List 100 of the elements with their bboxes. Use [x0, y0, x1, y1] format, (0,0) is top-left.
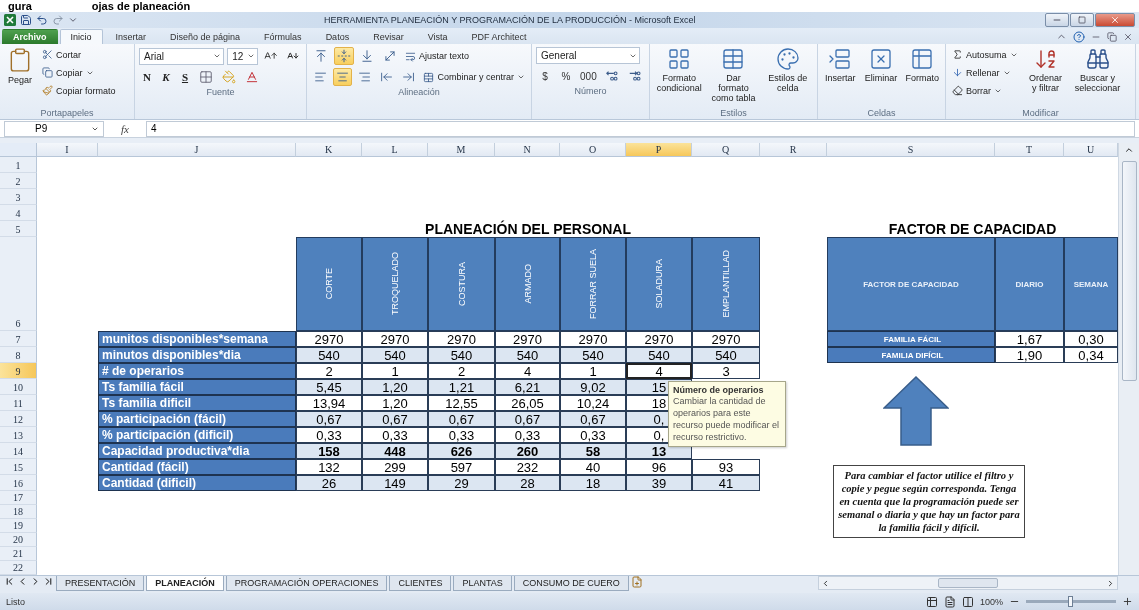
table-cell[interactable]: 2970: [296, 331, 362, 347]
table-cell[interactable]: 597: [428, 459, 495, 475]
save-icon[interactable]: [20, 14, 32, 26]
table-cell[interactable]: 2970: [362, 331, 428, 347]
table-cell[interactable]: 93: [692, 459, 760, 475]
scroll-thumb[interactable]: [1121, 161, 1137, 381]
row-header[interactable]: 6: [0, 237, 37, 331]
table-cell[interactable]: 28: [495, 475, 560, 491]
sheet-tab[interactable]: PRESENTACIÓN: [56, 576, 145, 591]
scroll-right-icon[interactable]: [1106, 578, 1115, 588]
row-header[interactable]: 1: [0, 157, 37, 173]
table-cell[interactable]: 12,55: [428, 395, 495, 411]
table-cell[interactable]: 1: [560, 363, 626, 379]
column-header[interactable]: J: [98, 143, 296, 157]
close-icon[interactable]: [1123, 31, 1133, 42]
row-header[interactable]: 2: [0, 173, 37, 189]
restore-button[interactable]: [1070, 13, 1094, 27]
table-cell[interactable]: 1: [362, 363, 428, 379]
scroll-up-icon[interactable]: [1124, 145, 1134, 155]
first-sheet-icon[interactable]: [4, 576, 15, 587]
row-header[interactable]: 18: [0, 505, 37, 519]
ribbon-tab[interactable]: Vista: [416, 29, 459, 44]
help-icon[interactable]: [1073, 30, 1085, 43]
last-sheet-icon[interactable]: [43, 576, 54, 587]
table-cell[interactable]: 39: [626, 475, 692, 491]
vertical-scrollbar[interactable]: [1118, 143, 1139, 575]
fill-button[interactable]: Rellenar: [950, 65, 1020, 80]
ribbon-tab[interactable]: Datos: [314, 29, 361, 44]
formula-field[interactable]: 4: [146, 120, 1135, 137]
table-cell[interactable]: 0,67: [428, 411, 495, 427]
column-header[interactable]: T: [995, 143, 1064, 157]
zoom-in-icon[interactable]: [1122, 596, 1133, 607]
column-header[interactable]: O: [560, 143, 626, 157]
style-button[interactable]: Formato condicional: [654, 47, 705, 107]
ribbon-tab[interactable]: Inicio: [59, 29, 103, 44]
font-size-field[interactable]: 12: [227, 47, 259, 65]
table-cell[interactable]: 13,94: [296, 395, 362, 411]
table-cell[interactable]: 2: [296, 363, 362, 379]
ribbon-tab[interactable]: Diseño de página: [159, 29, 252, 44]
column-header[interactable]: L: [362, 143, 428, 157]
table-cell[interactable]: 149: [362, 475, 428, 491]
table-cell[interactable]: 540: [362, 347, 428, 363]
table-cell[interactable]: 2970: [692, 331, 760, 347]
sort-filter-button[interactable]: Ordenar y filtrar: [1023, 47, 1068, 107]
scroll-left-icon[interactable]: [821, 578, 830, 588]
table-cell[interactable]: 13: [626, 443, 692, 459]
underline-button[interactable]: S: [177, 68, 193, 86]
table-cell[interactable]: 260: [495, 443, 560, 459]
table-cell[interactable]: 29: [428, 475, 495, 491]
merge-button[interactable]: Combinar y centrar: [421, 69, 527, 85]
name-box[interactable]: P9: [4, 120, 104, 137]
currency-button[interactable]: $: [536, 67, 554, 85]
row-header[interactable]: 4: [0, 205, 37, 221]
table-cell[interactable]: 6,21: [495, 379, 560, 395]
row-header[interactable]: 13: [0, 427, 37, 443]
column-header[interactable]: S: [827, 143, 995, 157]
row-header[interactable]: 14: [0, 443, 37, 459]
row-header[interactable]: 17: [0, 491, 37, 505]
table-cell[interactable]: 0,33: [560, 427, 626, 443]
row-header[interactable]: 22: [0, 561, 37, 575]
table-cell[interactable]: 2: [428, 363, 495, 379]
table-cell[interactable]: 3: [692, 363, 760, 379]
number-format-field[interactable]: General: [536, 47, 640, 64]
table-cell[interactable]: 26,05: [495, 395, 560, 411]
table-cell[interactable]: 0,33: [428, 427, 495, 443]
undo-icon[interactable]: [36, 14, 48, 26]
table-cell[interactable]: 26: [296, 475, 362, 491]
column-header[interactable]: K: [296, 143, 362, 157]
table-cell[interactable]: 0,33: [495, 427, 560, 443]
table-cell[interactable]: 626: [428, 443, 495, 459]
row-header[interactable]: 21: [0, 547, 37, 561]
copy-button[interactable]: Copiar: [40, 65, 118, 80]
table-cell[interactable]: 0,30: [1064, 331, 1118, 347]
cells-button[interactable]: Eliminar: [862, 47, 900, 107]
table-cell[interactable]: 96: [626, 459, 692, 475]
row-header[interactable]: 9: [0, 363, 37, 379]
table-cell[interactable]: 2970: [495, 331, 560, 347]
row-header[interactable]: 8: [0, 347, 37, 363]
table-cell[interactable]: 58: [560, 443, 626, 459]
row-header[interactable]: 16: [0, 475, 37, 491]
table-cell[interactable]: 299: [362, 459, 428, 475]
align-button[interactable]: [333, 68, 353, 86]
row-header[interactable]: 7: [0, 331, 37, 347]
bold-button[interactable]: N: [139, 68, 155, 86]
row-header[interactable]: 15: [0, 459, 37, 475]
scroll-thumb[interactable]: [938, 578, 998, 588]
cells-button[interactable]: Formato: [903, 47, 941, 107]
table-cell[interactable]: 0,67: [362, 411, 428, 427]
table-cell[interactable]: 540: [428, 347, 495, 363]
row-header[interactable]: 5: [0, 221, 37, 237]
table-cell[interactable]: 0,34: [1064, 347, 1118, 363]
column-header[interactable]: U: [1064, 143, 1118, 157]
column-header[interactable]: R: [760, 143, 827, 157]
percent-button[interactable]: %: [557, 67, 575, 85]
column-header[interactable]: Q: [692, 143, 760, 157]
column-header[interactable]: N: [495, 143, 560, 157]
page-break-icon[interactable]: [961, 595, 974, 608]
table-cell[interactable]: 0,67: [495, 411, 560, 427]
page-layout-icon[interactable]: [943, 595, 956, 608]
table-cell[interactable]: 10,24: [560, 395, 626, 411]
